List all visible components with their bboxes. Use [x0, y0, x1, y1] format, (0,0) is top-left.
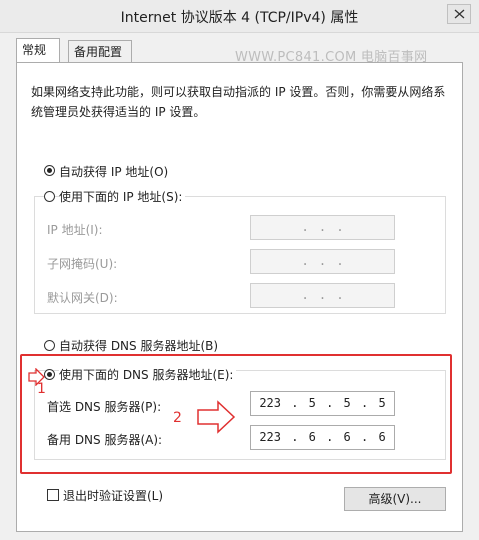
- radio-manual-dns-label[interactable]: 使用下面的 DNS 服务器地址(E):: [59, 366, 237, 383]
- ip-address-field[interactable]: . . .: [250, 215, 395, 240]
- tab-general[interactable]: 常规: [16, 38, 60, 62]
- annotation-step-2: 2: [173, 410, 182, 426]
- validate-checkbox[interactable]: [47, 489, 59, 501]
- radio-auto-dns[interactable]: [44, 340, 55, 351]
- default-gateway-field[interactable]: . . .: [250, 283, 395, 308]
- preferred-dns-label: 首选 DNS 服务器(P):: [47, 400, 162, 414]
- annotation-step-1: 1: [37, 381, 46, 397]
- radio-auto-ip-label[interactable]: 自动获得 IP 地址(O): [59, 163, 168, 180]
- close-icon: [454, 9, 465, 19]
- description-text: 如果网络支持此功能，则可以获取自动指派的 IP 设置。否则，你需要从网络系统管理…: [31, 85, 446, 119]
- alternate-dns-field[interactable]: 223 . 6 . 6 . 6: [250, 425, 395, 450]
- default-gateway-label: 默认网关(D):: [47, 291, 118, 305]
- subnet-mask-label: 子网掩码(U):: [47, 257, 118, 271]
- alternate-dns-label: 备用 DNS 服务器(A):: [47, 433, 163, 447]
- validate-checkbox-label[interactable]: 退出时验证设置(L): [63, 487, 163, 504]
- radio-auto-ip[interactable]: [44, 165, 55, 176]
- preferred-dns-field[interactable]: 223 . 5 . 5 . 5: [250, 391, 395, 416]
- title-bar: Internet 协议版本 4 (TCP/IPv4) 属性: [0, 0, 479, 33]
- subnet-mask-field[interactable]: . . .: [250, 249, 395, 274]
- radio-manual-ip[interactable]: [44, 191, 55, 202]
- advanced-button[interactable]: 高级(V)...: [344, 487, 446, 511]
- annotation-arrow-2-icon: [197, 400, 236, 434]
- radio-manual-dns[interactable]: [44, 369, 55, 380]
- window-title: Internet 协议版本 4 (TCP/IPv4) 属性: [120, 10, 359, 26]
- ip-address-label: IP 地址(I):: [47, 223, 103, 237]
- tab-alternate-config[interactable]: 备用配置: [68, 40, 132, 62]
- radio-manual-ip-label[interactable]: 使用下面的 IP 地址(S):: [59, 188, 186, 205]
- radio-auto-dns-label[interactable]: 自动获得 DNS 服务器地址(B): [59, 337, 218, 354]
- close-button[interactable]: [447, 4, 471, 24]
